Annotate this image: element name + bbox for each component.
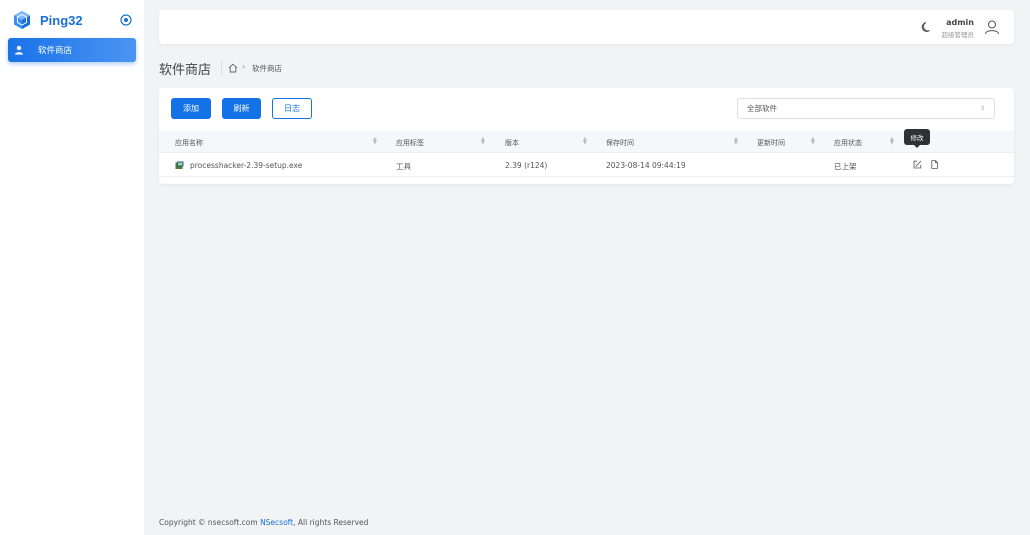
software-filter-select[interactable]: 全部软件 ⇕ bbox=[737, 98, 995, 119]
software-list-card: 添加 刷新 日志 全部软件 ⇕ 应用名称 ▲ ▼ 应用标签 ▲ ▼ 版本 ▲ ▼ 保存… bbox=[159, 88, 1014, 184]
sort-icon[interactable]: ▲ ▼ bbox=[811, 137, 815, 146]
sort-icon[interactable]: ▲ ▼ bbox=[890, 137, 894, 146]
row-app-tag: 工具 bbox=[396, 162, 411, 171]
column-header-status[interactable]: 应用状态 bbox=[834, 138, 862, 148]
footer-brand-link[interactable]: NSecsoft bbox=[260, 518, 293, 527]
page-title: 软件商店 bbox=[159, 63, 212, 78]
app-name: Ping32 bbox=[40, 12, 83, 28]
home-icon[interactable] bbox=[228, 63, 238, 73]
table-row[interactable]: processhacker-2.39-setup.exe 工具 2.39 (r1… bbox=[159, 153, 1014, 177]
row-saved-time: 2023-08-14 09:44:19 bbox=[606, 161, 686, 170]
row-status: 已上架 bbox=[834, 162, 857, 171]
user-avatar-icon[interactable] bbox=[984, 19, 1000, 35]
footer: Copyright © nsecsoft.com NSecsoft, All r… bbox=[159, 518, 368, 527]
sidebar: Ping32 软件商店 bbox=[0, 0, 144, 535]
collapse-sidebar-icon[interactable] bbox=[120, 14, 132, 26]
brand[interactable]: Ping32 bbox=[12, 10, 83, 30]
software-table: 应用名称 ▲ ▼ 应用标签 ▲ ▼ 版本 ▲ ▼ 保存时间 ▲ ▼ 更新时间 ▲ ▼ 应用… bbox=[159, 131, 1014, 177]
document-icon[interactable] bbox=[930, 160, 939, 169]
column-header-saved-time[interactable]: 保存时间 bbox=[606, 138, 634, 148]
sort-icon[interactable]: ▲ ▼ bbox=[373, 137, 377, 146]
moon-icon[interactable] bbox=[921, 21, 933, 33]
sort-icon[interactable]: ▲ ▼ bbox=[481, 137, 485, 146]
select-arrow-icon: ⇕ bbox=[979, 105, 985, 112]
row-app-name: processhacker-2.39-setup.exe bbox=[190, 161, 303, 170]
table-header: 应用名称 ▲ ▼ 应用标签 ▲ ▼ 版本 ▲ ▼ 保存时间 ▲ ▼ 更新时间 ▲ ▼ 应用… bbox=[159, 131, 1014, 153]
column-header-name[interactable]: 应用名称 bbox=[175, 138, 203, 148]
column-header-tag[interactable]: 应用标签 bbox=[396, 138, 424, 148]
title-divider bbox=[221, 61, 222, 75]
log-button[interactable]: 日志 bbox=[272, 98, 312, 119]
sort-icon[interactable]: ▲ ▼ bbox=[734, 137, 738, 146]
edit-tooltip: 修改 bbox=[904, 129, 930, 148]
sidebar-item-software-store[interactable]: 软件商店 bbox=[8, 38, 136, 62]
user-role: 超级管理员 bbox=[941, 31, 975, 39]
top-header: admin 超级管理员 bbox=[159, 10, 1014, 44]
sidebar-item-label: 软件商店 bbox=[38, 46, 73, 56]
logo-cube-icon bbox=[14, 11, 30, 29]
breadcrumb-separator: › bbox=[242, 62, 246, 71]
column-header-version[interactable]: 版本 bbox=[505, 138, 519, 148]
refresh-button[interactable]: 刷新 bbox=[222, 98, 261, 119]
footer-rights: , All rights Reserved bbox=[293, 518, 369, 527]
breadcrumb-current: 软件商店 bbox=[252, 64, 282, 73]
user-icon bbox=[15, 45, 23, 55]
column-header-updated-time[interactable]: 更新时间 bbox=[757, 138, 785, 148]
sort-icon[interactable]: ▲ ▼ bbox=[583, 137, 587, 146]
edit-icon[interactable] bbox=[913, 160, 922, 169]
add-button[interactable]: 添加 bbox=[171, 98, 211, 119]
username: admin bbox=[946, 18, 974, 27]
application-file-icon bbox=[175, 161, 184, 169]
footer-copyright: Copyright © nsecsoft.com bbox=[159, 518, 258, 527]
row-app-version: 2.39 (r124) bbox=[505, 161, 548, 170]
filter-selected-value: 全部软件 bbox=[747, 104, 777, 113]
